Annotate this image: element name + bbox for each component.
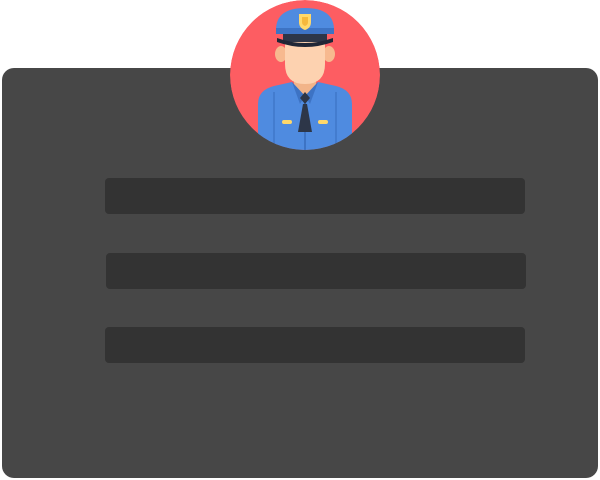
login-screen <box>0 0 600 480</box>
police-officer-icon <box>230 0 380 150</box>
input-field-2[interactable] <box>106 253 526 289</box>
input-field-1[interactable] <box>105 178 525 214</box>
input-field-3[interactable] <box>105 327 525 363</box>
avatar <box>230 0 380 150</box>
